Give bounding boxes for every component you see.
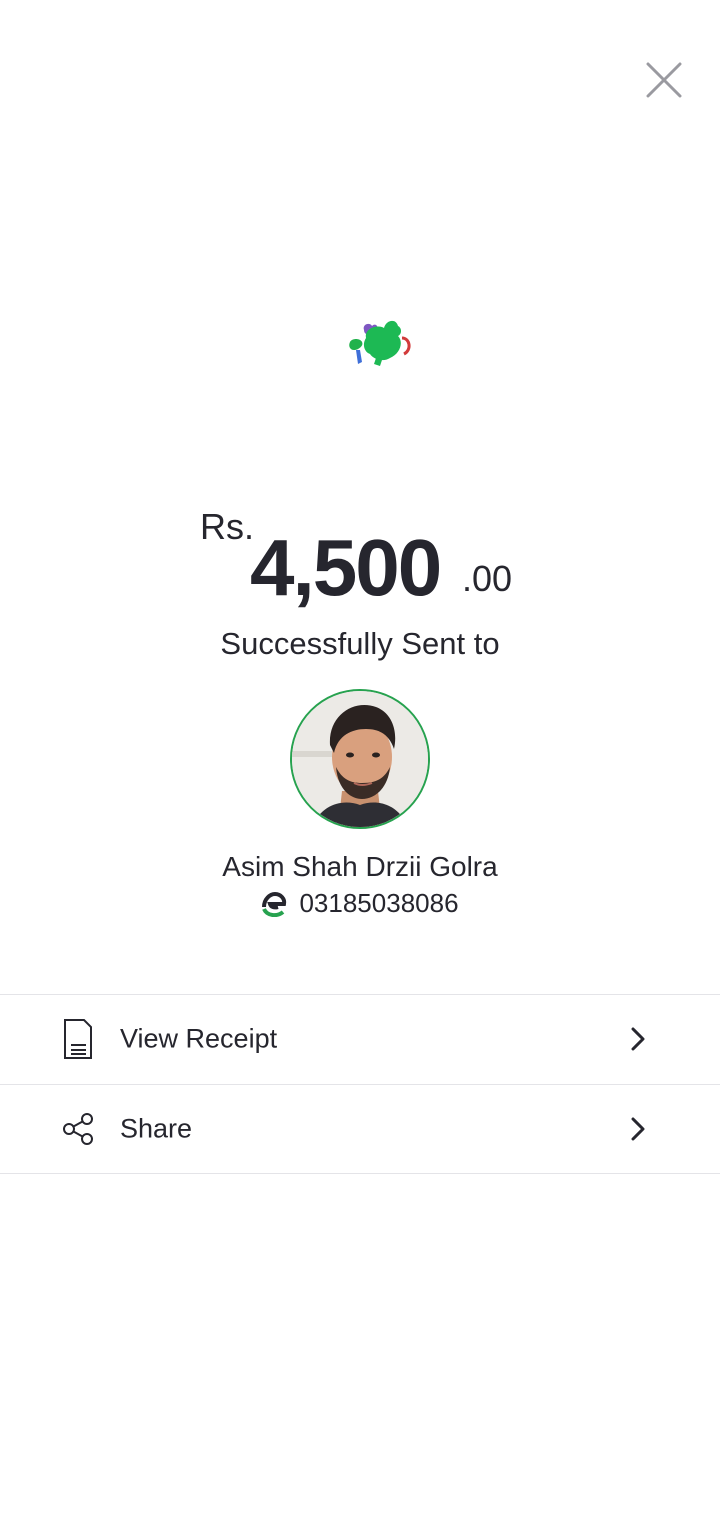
receipt-icon xyxy=(58,1017,98,1061)
user-avatar xyxy=(292,691,428,827)
close-button[interactable] xyxy=(640,56,688,104)
close-icon xyxy=(646,62,682,98)
recipient-avatar xyxy=(290,689,430,829)
chevron-right-icon xyxy=(624,1025,652,1053)
share-label: Share xyxy=(120,1113,193,1144)
brand-logo xyxy=(344,314,416,370)
recipient-name: Asim Shah Drzii Golra xyxy=(222,851,498,882)
divider xyxy=(0,1173,720,1174)
view-receipt-label: View Receipt xyxy=(120,1023,278,1054)
chevron-right-icon xyxy=(624,1115,652,1143)
share-icon xyxy=(58,1107,98,1151)
recipient-phone: 03185038086 xyxy=(299,888,459,918)
status-text: Successfully Sent to xyxy=(220,626,500,661)
currency-label: Rs. xyxy=(200,506,254,547)
view-receipt-button[interactable]: View Receipt xyxy=(0,995,720,1083)
amount-display: Rs. 4,500 .00 xyxy=(0,500,720,612)
amount-major: 4,500 xyxy=(250,523,442,612)
brand-logo-icon xyxy=(349,320,411,366)
easypaisa-icon xyxy=(262,891,287,917)
share-button[interactable]: Share xyxy=(0,1085,720,1173)
recipient-phone-row: 03185038086 xyxy=(0,888,720,919)
amount-minor: .00 xyxy=(462,558,513,599)
